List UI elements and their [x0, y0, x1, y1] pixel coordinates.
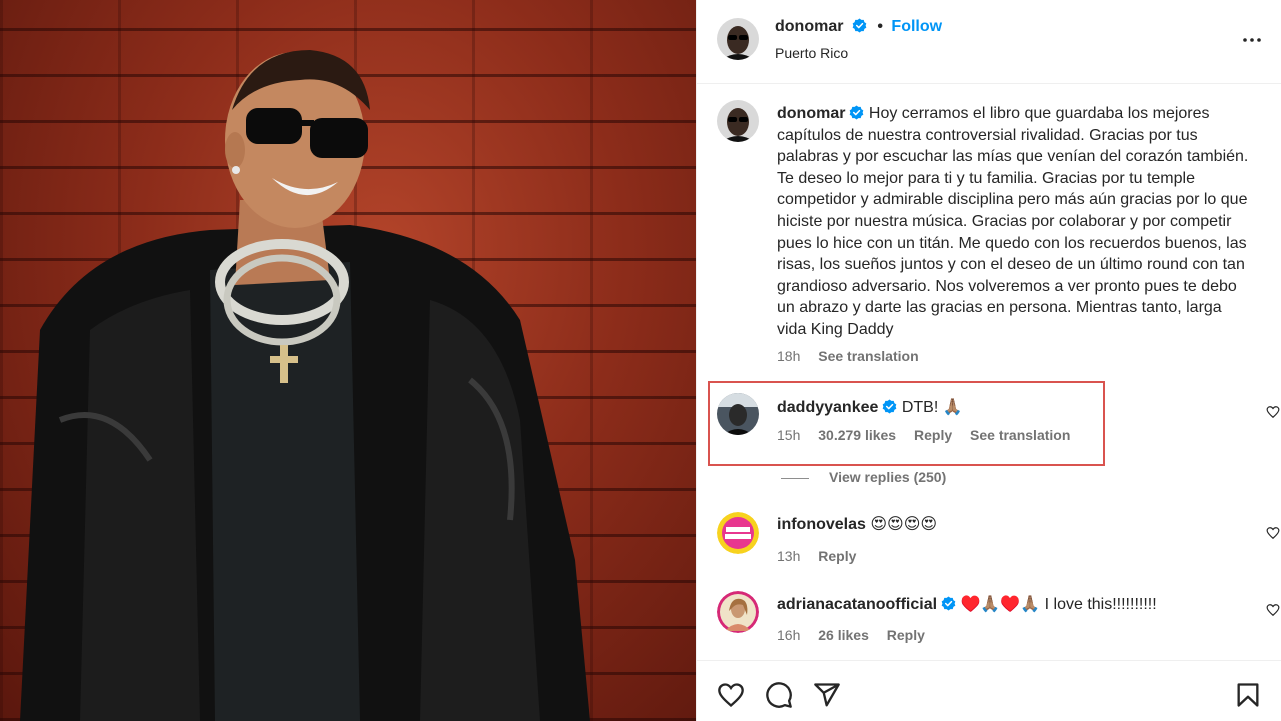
heart-icon[interactable]: [1266, 405, 1280, 419]
follow-button[interactable]: Follow: [891, 18, 942, 35]
verified-badge-icon: [883, 399, 897, 414]
view-replies-button[interactable]: View replies (250): [781, 469, 946, 485]
comment-see-translation[interactable]: See translation: [970, 427, 1070, 443]
post-location[interactable]: Puerto Rico: [775, 45, 848, 61]
post-photo-illustration: [20, 50, 590, 721]
comment-time[interactable]: 13h: [777, 548, 800, 564]
reply-button[interactable]: Reply: [887, 627, 925, 643]
avatar-image: [717, 591, 759, 633]
comment-likes[interactable]: 30.279 likes: [818, 427, 896, 443]
comment-time[interactable]: 15h: [777, 427, 800, 443]
verified-badge-icon: [941, 596, 956, 611]
comment-meta: 13h Reply: [777, 548, 870, 564]
comment-body: daddyyankee DTB! 🙏🏽: [777, 397, 1262, 419]
separator-dot: •: [877, 18, 883, 35]
author-avatar[interactable]: [717, 18, 759, 60]
commenter-avatar[interactable]: [717, 591, 759, 633]
view-replies-line: [781, 477, 809, 479]
comment-body: adrianacatanoofficial ♥️🙏🏽♥️🙏🏽 I love th…: [777, 594, 1262, 616]
comment-text: 😍😍😍😍: [870, 516, 938, 533]
avatar-image: [717, 393, 759, 435]
heart-icon[interactable]: [1266, 603, 1280, 617]
avatar-image: [717, 18, 759, 60]
post-action-bar: [697, 660, 1281, 721]
reply-button[interactable]: Reply: [818, 548, 856, 564]
commenter-avatar[interactable]: [717, 393, 759, 435]
share-icon[interactable]: [813, 681, 841, 709]
caption-author-avatar[interactable]: [717, 100, 759, 142]
reply-button[interactable]: Reply: [914, 427, 952, 443]
more-options-icon[interactable]: [1240, 28, 1264, 52]
commenter-avatar[interactable]: [717, 512, 759, 554]
avatar-image: [717, 512, 759, 554]
heart-icon[interactable]: [1266, 526, 1280, 540]
view-replies-label: View replies (250): [829, 469, 947, 485]
caption-text: Hoy cerramos el libro que guardaba los m…: [777, 105, 1249, 338]
comment-text: DTB! 🙏🏽: [901, 399, 963, 416]
comment-text: ♥️🙏🏽♥️🙏🏽 I love this!!!!!!!!!!: [960, 596, 1157, 613]
verified-badge-icon: [850, 105, 864, 120]
comment-body: infonovelas 😍😍😍😍: [777, 514, 1262, 536]
comment-meta: 15h 30.279 likes Reply See translation: [777, 427, 1084, 443]
comment-username[interactable]: daddyyankee: [777, 399, 878, 416]
comment-icon[interactable]: [765, 681, 793, 709]
caption-see-translation[interactable]: See translation: [818, 348, 918, 364]
post-detail-panel: donomar • Follow Puerto Rico donomar Hoy…: [696, 0, 1281, 721]
post-header: donomar • Follow Puerto Rico: [697, 0, 1281, 84]
caption-time[interactable]: 18h: [777, 348, 800, 364]
author-line: donomar • Follow: [775, 18, 942, 36]
highlight-box: [708, 381, 1105, 466]
caption-username[interactable]: donomar: [777, 105, 845, 122]
like-heart-icon[interactable]: [717, 681, 745, 709]
caption-body: donomar Hoy cerramos el libro que guarda…: [777, 103, 1254, 341]
comment-time[interactable]: 16h: [777, 627, 800, 643]
comment-username[interactable]: adrianacatanoofficial: [777, 596, 937, 613]
verified-badge-icon: [852, 18, 867, 33]
avatar-image: [717, 100, 759, 142]
author-username[interactable]: donomar: [775, 18, 843, 35]
post-photo[interactable]: [0, 0, 696, 721]
bookmark-icon[interactable]: [1234, 681, 1262, 709]
comment-username[interactable]: infonovelas: [777, 516, 866, 533]
comment-meta: 16h 26 likes Reply: [777, 627, 939, 643]
caption-meta: 18h See translation: [777, 348, 933, 364]
comment-likes[interactable]: 26 likes: [818, 627, 869, 643]
